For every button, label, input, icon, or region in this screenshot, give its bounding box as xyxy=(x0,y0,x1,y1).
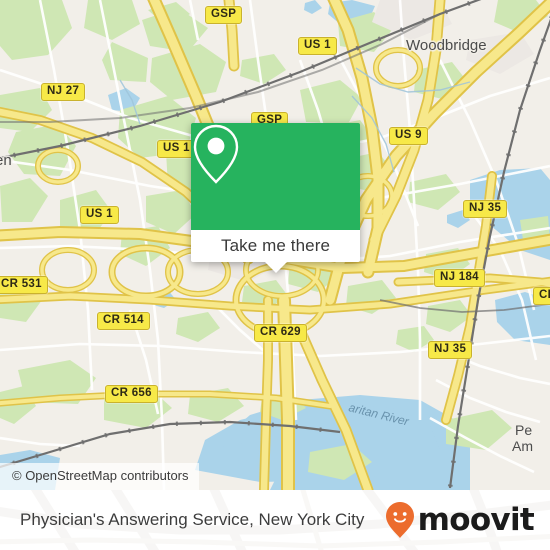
callout-icon-area xyxy=(191,123,360,230)
road-shield: NJ 35 xyxy=(428,341,473,359)
place-label-clipped-right-2: Am xyxy=(512,438,533,454)
road-shield: GSP xyxy=(205,6,243,24)
road-shield: NJ 35 xyxy=(463,200,508,218)
road-shield: US 1 xyxy=(157,140,196,158)
place-label-woodbridge: Woodbridge xyxy=(406,37,487,54)
road-shield: US 9 xyxy=(389,127,428,145)
map-screenshot: GSP US 1 NJ 27 GSP US 9 US 1 US 1 NJ 35 … xyxy=(0,0,550,550)
moovit-wordmark: moovit xyxy=(417,501,535,538)
road-shield: US 1 xyxy=(298,37,337,55)
road-shield: CR 514 xyxy=(97,312,150,330)
road-shield: NJ 184 xyxy=(434,269,485,287)
road-shield: US 1 xyxy=(80,206,119,224)
take-me-there-label: Take me there xyxy=(220,236,331,255)
callout-pointer-tail xyxy=(264,262,287,273)
moovit-logo[interactable]: moovit xyxy=(385,501,535,539)
road-shield: CR 629 xyxy=(254,324,307,342)
footer-bar: Physician's Answering Service, New York … xyxy=(0,490,550,550)
road-shield: NJ 27 xyxy=(41,83,86,101)
callout-action-bar[interactable]: Take me there xyxy=(191,230,360,262)
page-title: Physician's Answering Service, New York … xyxy=(20,510,365,529)
place-label-clipped-right-1: Pe xyxy=(515,422,533,438)
place-label-clipped-left: en xyxy=(0,152,12,169)
road-shield: CR 656 xyxy=(105,385,158,403)
map-pin-icon xyxy=(193,124,239,184)
road-shield: CR xyxy=(533,287,550,305)
osm-attribution[interactable]: © OpenStreetMap contributors xyxy=(0,463,199,490)
take-me-there-callout[interactable]: Take me there xyxy=(191,123,360,273)
moovit-pin-icon xyxy=(385,502,414,538)
road-shield: CR 531 xyxy=(0,276,48,294)
map-canvas[interactable]: GSP US 1 NJ 27 GSP US 9 US 1 US 1 NJ 35 … xyxy=(0,0,550,490)
